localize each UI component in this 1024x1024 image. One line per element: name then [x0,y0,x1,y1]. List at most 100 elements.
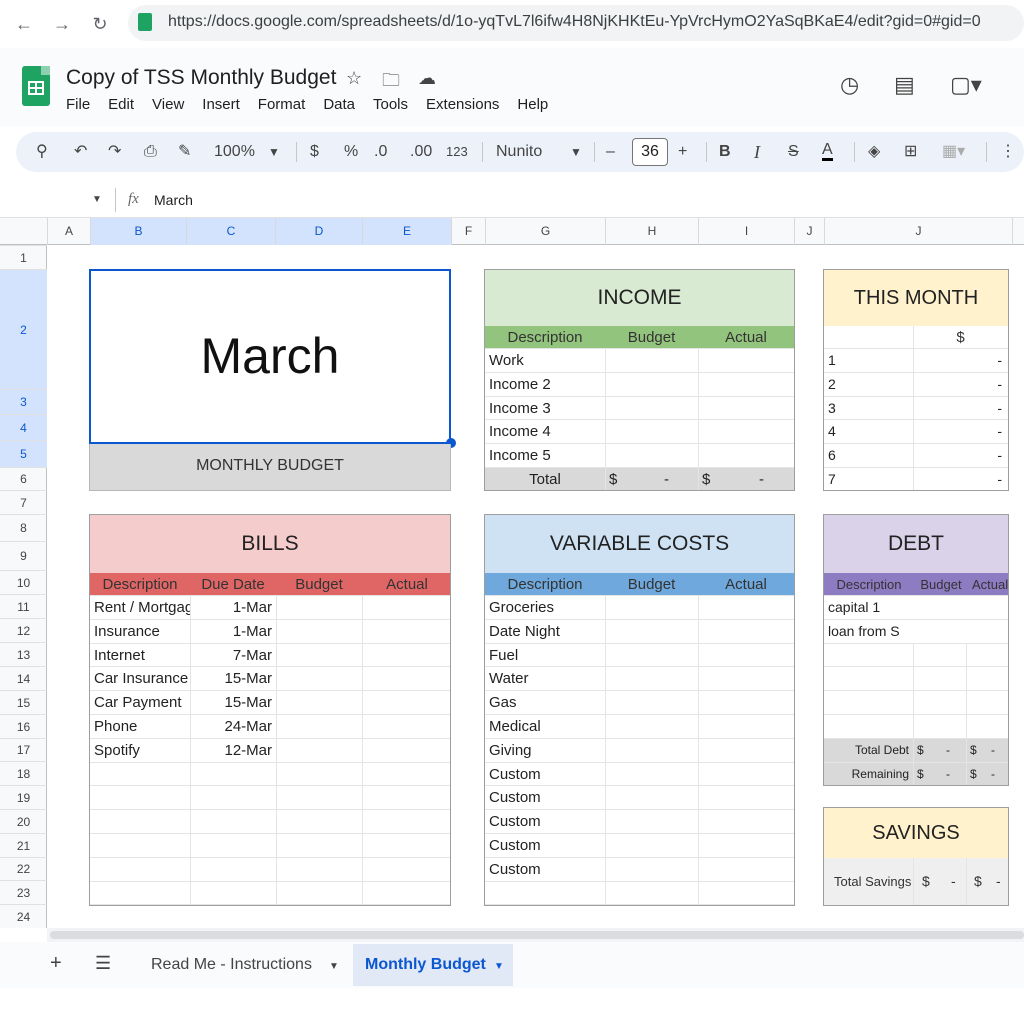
italic-icon[interactable]: I [754,142,760,162]
bills-row[interactable]: Insurance 1-Mar [90,619,450,644]
back-icon[interactable]: ← [12,12,36,36]
column-header[interactable]: D [275,218,362,245]
income-row[interactable]: Income 5 [485,444,794,468]
row-header[interactable]: 2 [0,269,47,389]
variable-row[interactable]: Groceries [485,596,794,620]
decrease-font-size-icon[interactable]: – [606,142,615,162]
address-bar[interactable]: https://docs.google.com/spreadsheets/d/1… [128,5,1024,41]
bills-row[interactable]: Internet 7-Mar [90,643,450,668]
tab-monthly-budget[interactable]: Monthly Budget [365,956,486,974]
column-header[interactable]: H [605,218,698,245]
menu-data[interactable]: Data [323,96,355,113]
row-header[interactable]: 1 [0,245,47,269]
income-row[interactable]: Income 2 [485,372,794,397]
menu-insert[interactable]: Insert [202,96,240,113]
row-header[interactable]: 23 [0,880,47,904]
variable-row[interactable]: Medical [485,714,794,739]
variable-row[interactable]: Gas [485,691,794,715]
column-header[interactable]: A [47,218,90,245]
row-header[interactable]: 10 [0,570,47,594]
this-month-row[interactable]: 4- [824,420,1008,445]
tab-read-me[interactable]: Read Me - Instructions [151,956,312,974]
reload-icon[interactable]: ↻ [88,12,112,36]
row-header[interactable]: 7 [0,490,47,514]
menu-file[interactable]: File [66,96,90,113]
bills-row[interactable]: Car Payment 15-Mar [90,691,450,715]
income-row[interactable]: Income 3 [485,396,794,421]
bills-row[interactable] [90,857,450,882]
search-menus-icon[interactable]: ⚲ [36,142,48,162]
row-header[interactable]: 4 [0,414,47,440]
bills-row[interactable]: Spotify 12-Mar [90,738,450,763]
debt-row[interactable] [824,643,1008,668]
font-size-input[interactable]: 36 [632,138,668,166]
bills-row[interactable] [90,881,450,905]
row-header[interactable]: 16 [0,714,47,738]
text-color-icon[interactable]: A [822,142,833,161]
row-header[interactable]: 5 [0,440,47,467]
zoom-chevron-down-icon[interactable]: ▼ [268,142,280,162]
name-box-chevron-down-icon[interactable]: ▼ [92,194,102,205]
bills-row[interactable] [90,833,450,858]
document-title[interactable]: Copy of TSS Monthly Budget [66,66,336,90]
debt-row[interactable]: loan from S [824,620,1008,644]
star-icon[interactable]: ☆ [346,68,362,89]
more-options-icon[interactable]: ⋮ [1000,142,1016,162]
variable-row[interactable]: Date Night [485,619,794,644]
debt-row[interactable]: capital 1 [824,596,1008,620]
this-month-row[interactable]: 1- [824,349,1008,373]
bold-icon[interactable]: B [719,142,731,162]
bills-row[interactable] [90,786,450,811]
row-header[interactable]: 20 [0,809,47,833]
font-select[interactable]: Nunito [496,142,542,162]
column-header[interactable]: J [794,218,824,245]
forward-icon[interactable]: → [50,12,74,36]
variable-row[interactable]: Giving [485,738,794,763]
variable-row[interactable]: Custom [485,857,794,882]
all-sheets-icon[interactable]: ☰ [95,953,111,974]
fill-color-icon[interactable]: ◈ [868,142,880,162]
column-header[interactable]: F [451,218,485,245]
add-sheet-icon[interactable]: + [50,952,62,975]
column-header[interactable]: C [186,218,275,245]
income-row[interactable]: Work [485,349,794,373]
bills-row[interactable] [90,810,450,834]
select-all-corner[interactable] [0,218,47,245]
debt-row[interactable] [824,714,1008,739]
row-header[interactable]: 13 [0,642,47,666]
move-folder-icon[interactable]: 🗀 [382,68,400,98]
percent-format-button[interactable]: % [344,142,358,162]
row-header[interactable]: 15 [0,690,47,714]
currency-format-button[interactable]: $ [310,142,319,162]
row-header[interactable]: 19 [0,785,47,809]
print-icon[interactable]: ⎙ [144,142,157,162]
column-header[interactable]: J [824,218,1012,245]
this-month-row[interactable]: 3- [824,396,1008,421]
column-header[interactable]: E [362,218,451,245]
variable-row[interactable]: Custom [485,810,794,834]
column-header[interactable]: B [90,218,186,245]
undo-icon[interactable]: ↶ [74,142,87,162]
row-header[interactable]: 22 [0,857,47,880]
this-month-row[interactable]: 6- [824,444,1008,468]
more-formats-button[interactable]: 123 [446,142,468,162]
font-chevron-down-icon[interactable]: ▼ [570,142,582,162]
menu-view[interactable]: View [152,96,184,113]
merge-cells-icon[interactable]: ▦▾ [942,142,965,162]
menu-edit[interactable]: Edit [108,96,134,113]
column-header[interactable]: G [485,218,605,245]
variable-row[interactable]: Custom [485,833,794,858]
row-header[interactable]: 11 [0,594,47,618]
bills-row[interactable]: Car Insurance 15-Mar [90,667,450,692]
bills-row[interactable] [90,762,450,787]
this-month-row[interactable]: 7- [824,467,1008,490]
zoom-select[interactable]: 100% [214,142,255,162]
column-header[interactable] [1012,218,1024,245]
meet-icon[interactable]: ▢▾ [950,72,982,98]
row-header[interactable]: 24 [0,904,47,928]
this-month-row[interactable]: 2- [824,372,1008,397]
tab-chevron-down-icon[interactable]: ▼ [329,961,339,972]
variable-row[interactable]: Water [485,667,794,692]
row-header[interactable]: 17 [0,738,47,761]
menu-tools[interactable]: Tools [373,96,408,113]
